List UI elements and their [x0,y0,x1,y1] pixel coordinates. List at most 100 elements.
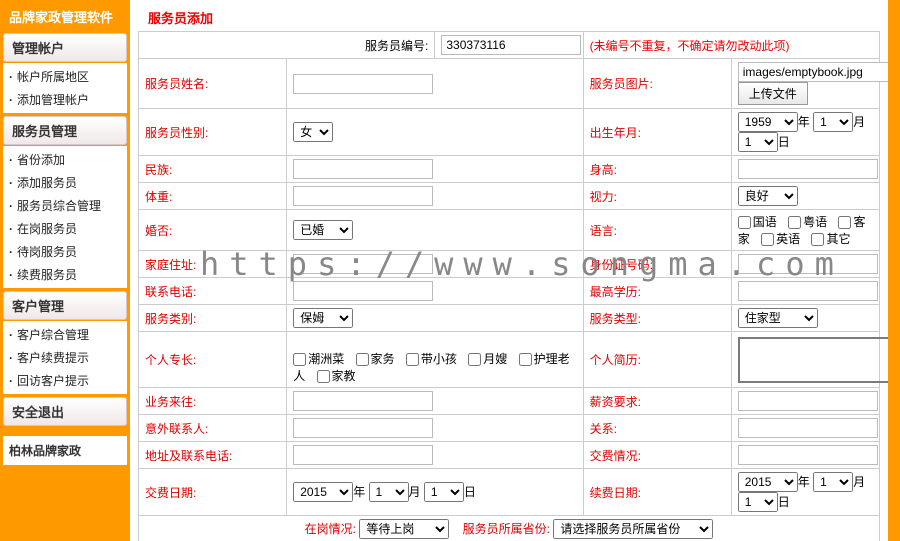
skill-cb-0[interactable] [293,353,306,366]
renew-month-select[interactable]: 1 [813,472,853,492]
birth-year-select[interactable]: 1959 [738,112,798,132]
phone-input[interactable] [293,281,433,301]
salary-input[interactable] [738,391,878,411]
birth-label: 出生年月: [583,109,731,156]
brand-footer: 柏林品牌家政 [3,436,127,465]
relation-label: 关系: [583,415,731,442]
svc-cat-label: 服务类别: [139,305,287,332]
svc-type-label: 服务类型: [583,305,731,332]
sidebar: 品牌家政管理软件 管理帐户 帐户所属地区 添加管理帐户 服务员管理 省份添加 添… [0,0,130,541]
business-input[interactable] [293,391,433,411]
edu-label: 最高学历: [583,278,731,305]
gender-label: 服务员性别: [139,109,287,156]
weight-label: 体重: [139,183,287,210]
deal-month-select[interactable]: 1 [369,482,409,502]
name-input[interactable] [293,74,433,94]
svc-type-select[interactable]: 住家型 [738,308,818,328]
main-content: 服务员添加 服务员编号: (未编号不重复，不确定请勿改动此项) 服务员姓名: 服… [130,0,900,541]
lang-cb-1[interactable] [788,216,801,229]
status-label: 在岗情况: [305,522,356,536]
ethnic-input[interactable] [293,159,433,179]
nav-item-staff-manage[interactable]: 服务员综合管理 [3,194,127,217]
nav-item-cust-manage[interactable]: 客户综合管理 [3,323,127,346]
id-label: 服务员编号: [139,32,435,59]
nav-item-staff-offduty[interactable]: 待岗服务员 [3,240,127,263]
skill-checkboxes: 潮洲菜 家务 带小孩 月嫂 护理老人 家教 [287,332,583,388]
deal-day-select[interactable]: 1 [424,482,464,502]
birth-month-select[interactable]: 1 [813,112,853,132]
vision-select[interactable]: 良好 [738,186,798,206]
skill-cb-4[interactable] [519,353,532,366]
renew-date-label: 续费日期: [583,469,731,516]
lang-cb-2[interactable] [838,216,851,229]
year-suffix: 年 [798,115,810,129]
province-select[interactable]: 请选择服务员所属省份 [553,519,713,539]
renew-day-select[interactable]: 1 [738,492,778,512]
emergency-label: 意外联系人: [139,415,287,442]
addr-label: 家庭住址: [139,251,287,278]
nav-item-staff-onduty[interactable]: 在岗服务员 [3,217,127,240]
addr-phone-input[interactable] [293,445,433,465]
addr-input[interactable] [293,254,433,274]
deal-year-select[interactable]: 2015 [293,482,353,502]
id-warning: (未编号不重复，不确定请勿改动此项) [583,32,879,59]
business-label: 业务来往: [139,388,287,415]
edu-input[interactable] [738,281,878,301]
skill-cb-5[interactable] [317,370,330,383]
ethnic-label: 民族: [139,156,287,183]
photo-input[interactable] [738,62,900,82]
nav-group-staff[interactable]: 服务员管理 [3,116,127,145]
deal-input[interactable] [738,445,878,465]
nav-item-add-account[interactable]: 添加管理帐户 [3,88,127,111]
relation-input[interactable] [738,418,878,438]
photo-label: 服务员图片: [583,59,731,109]
province-label: 服务员所属省份: [463,522,550,536]
deal-date-label: 交费日期: [139,469,287,516]
status-select[interactable]: 等待上岗 [359,519,449,539]
page-title: 服务员添加 [138,4,880,31]
app-title: 品牌家政管理软件 [3,4,127,29]
phone-label: 联系电话: [139,278,287,305]
name-label: 服务员姓名: [139,59,287,109]
idcard-label: 身份证号码: [583,251,731,278]
idcard-input[interactable] [738,254,878,274]
nav-group-customer[interactable]: 客户管理 [3,291,127,320]
upload-button[interactable]: 上传文件 [738,82,808,105]
nav-item-cust-visit[interactable]: 回访客户提示 [3,369,127,392]
nav-item-province-add[interactable]: 省份添加 [3,148,127,171]
skill-cb-1[interactable] [356,353,369,366]
month-suffix: 月 [853,115,865,129]
birth-day-select[interactable]: 1 [738,132,778,152]
skill-label: 个人专长: [139,332,287,388]
nav-items-account: 帐户所属地区 添加管理帐户 [3,63,127,113]
staff-form: 服务员编号: (未编号不重复，不确定请勿改动此项) 服务员姓名: 服务员图片: … [138,31,880,541]
height-input[interactable] [738,159,878,179]
resume-area[interactable] [738,337,900,383]
nav-group-account[interactable]: 管理帐户 [3,33,127,62]
renew-year-select[interactable]: 2015 [738,472,798,492]
gender-select[interactable]: 女 [293,122,333,142]
deal-label: 交费情况: [583,442,731,469]
lang-label: 语言: [583,210,731,251]
nav-item-cust-renew[interactable]: 客户续费提示 [3,346,127,369]
nav-item-staff-renew[interactable]: 续费服务员 [3,263,127,286]
lang-cb-3[interactable] [761,233,774,246]
weight-input[interactable] [293,186,433,206]
svc-cat-select[interactable]: 保姆 [293,308,353,328]
nav-items-customer: 客户综合管理 客户续费提示 回访客户提示 [3,321,127,394]
nav-item-add-staff[interactable]: 添加服务员 [3,171,127,194]
nav-item-region[interactable]: 帐户所属地区 [3,65,127,88]
lang-checkboxes: 国语 粤语 客家 英语 其它 [731,210,879,251]
salary-label: 薪资要求: [583,388,731,415]
id-input[interactable] [441,35,581,55]
lang-cb-0[interactable] [738,216,751,229]
emergency-input[interactable] [293,418,433,438]
nav-items-staff: 省份添加 添加服务员 服务员综合管理 在岗服务员 待岗服务员 续费服务员 [3,146,127,288]
skill-cb-2[interactable] [406,353,419,366]
marital-select[interactable]: 已婚 [293,220,353,240]
nav-group-logout[interactable]: 安全退出 [3,397,127,426]
addr-phone-label: 地址及联系电话: [139,442,287,469]
day-suffix: 日 [778,135,790,149]
skill-cb-3[interactable] [468,353,481,366]
lang-cb-4[interactable] [811,233,824,246]
